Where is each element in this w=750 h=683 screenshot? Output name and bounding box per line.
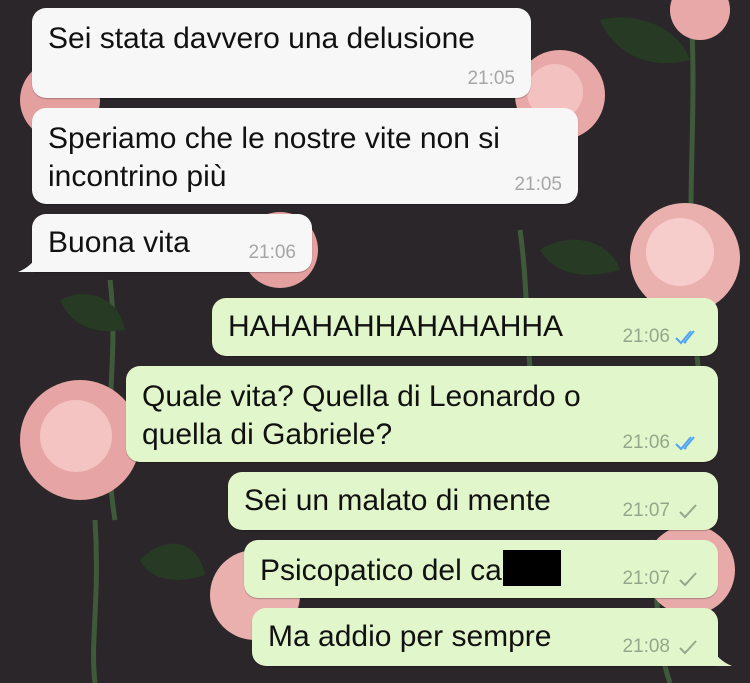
message-text: Ma addio per sempre: [268, 620, 552, 653]
check-sent-icon: [679, 572, 697, 587]
message-bubble-incoming[interactable]: Sei stata davvero una delusione 21:05: [32, 8, 531, 98]
message-time: 21:07: [622, 568, 670, 589]
message-time: 21:05: [467, 68, 515, 89]
message-bubble-incoming[interactable]: Speriamo che le nostre vite non si incon…: [32, 108, 578, 204]
message-timestamp: 21:06: [622, 432, 702, 454]
message-bubble-outgoing[interactable]: Sei un malato di mente 21:07: [228, 472, 718, 530]
message-text: HAHAHAHHAHAHAHHA: [228, 310, 564, 343]
message-timestamp: 21:05: [514, 174, 562, 196]
message-bubble-outgoing[interactable]: Quale vita? Quella di Leonardo o quella …: [126, 366, 718, 462]
check-sent-icon: [679, 504, 697, 519]
message-time: 21:08: [622, 636, 670, 657]
message-time: 21:05: [514, 174, 562, 195]
message-timestamp: 21:07: [622, 568, 702, 590]
redaction-block: [502, 550, 561, 586]
message-text: Sei stata davvero una delusione: [48, 22, 475, 55]
message-text: Psicopatico del ca: [260, 554, 502, 587]
message-text: Speriamo che le nostre vite non si incon…: [48, 122, 500, 193]
message-text: Sei un malato di mente: [244, 484, 551, 517]
double-check-read-icon: [675, 330, 695, 345]
double-check-read-icon: [675, 436, 695, 451]
message-time: 21:06: [622, 326, 670, 347]
bubble-tail-icon: [710, 646, 732, 666]
bubble-tail-icon: [18, 252, 40, 272]
message-bubble-incoming[interactable]: Buona vita 21:06: [18, 214, 312, 272]
message-text: Buona vita: [48, 226, 190, 259]
message-bubble-outgoing[interactable]: Psicopatico del ca 21:07: [244, 540, 718, 598]
message-timestamp: 21:06: [622, 326, 702, 348]
message-text: Quale vita? Quella di Leonardo o quella …: [142, 380, 581, 451]
message-bubble-outgoing[interactable]: HAHAHAHHAHAHAHHA 21:06: [212, 298, 718, 356]
message-timestamp: 21:06: [248, 242, 296, 264]
message-time: 21:06: [622, 432, 670, 453]
message-timestamp: 21:08: [622, 636, 702, 658]
message-text-container: Psicopatico del ca: [260, 550, 561, 590]
message-timestamp: 21:05: [467, 68, 515, 90]
message-time: 21:06: [248, 242, 296, 263]
check-sent-icon: [679, 640, 697, 655]
message-bubble-outgoing[interactable]: Ma addio per sempre 21:08: [252, 608, 732, 666]
message-timestamp: 21:07: [622, 500, 702, 522]
message-time: 21:07: [622, 500, 670, 521]
